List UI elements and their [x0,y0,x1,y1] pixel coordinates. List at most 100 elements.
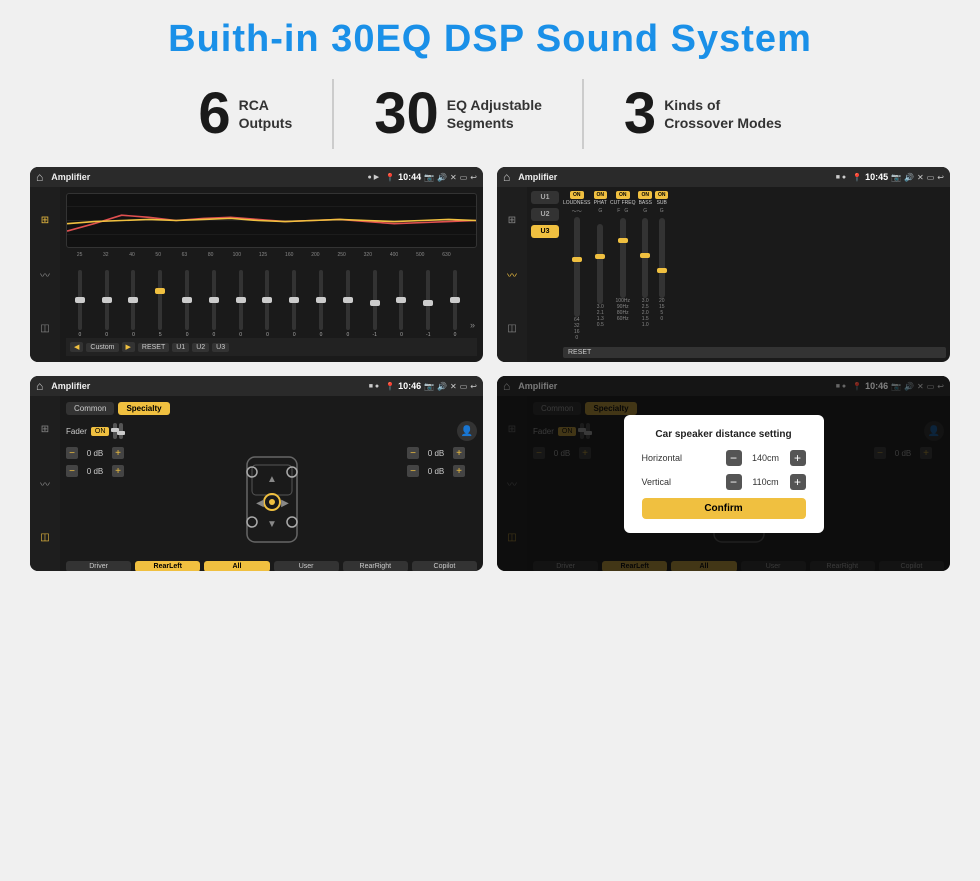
fader-label-text: Fader [66,427,87,436]
eq-u1-btn[interactable]: U1 [172,343,189,352]
dialog-confirm-btn[interactable]: Confirm [642,498,806,519]
fader-user-btn[interactable]: User [274,561,339,571]
stat-crossover: 3 Kinds of Crossover Modes [584,85,822,143]
cx-bass: ON BASS G 3.02.52.01.51.0 [638,191,652,343]
eq-slider-0[interactable]: 0 [68,270,92,338]
tab-common[interactable]: Common [66,402,114,415]
eq-u2-btn[interactable]: U2 [192,343,209,352]
cx-sub-slider[interactable] [659,218,665,298]
dialog-vertical-plus[interactable]: + [790,474,806,490]
fader-copilot-btn[interactable]: Copilot [412,561,477,571]
eq-slider-1[interactable]: 0 [95,270,119,338]
cx-back-icon[interactable]: ↩ [937,173,944,182]
cx-sidebar-wave[interactable]: 〰 [502,264,522,284]
dialog-horizontal-plus[interactable]: + [790,450,806,466]
cx-volume-icon: 🔊 [904,173,914,182]
cx-cutfreq-slider[interactable] [620,218,626,298]
cx-bass-on[interactable]: ON [638,191,652,199]
eq-sidebar-wave[interactable]: 〰 [35,264,55,284]
eq-prev-btn[interactable]: ◀ [70,342,83,352]
fader-left-ch1-plus[interactable]: + [112,447,124,459]
eq-more-arrow[interactable]: » [470,320,475,338]
eq-slider-5[interactable]: 0 [202,270,226,338]
home-icon[interactable]: ⌂ [36,170,43,184]
back-icon[interactable]: ↩ [470,173,477,182]
cx-u2-btn[interactable]: U2 [531,208,559,221]
eq-u3-btn[interactable]: U3 [212,343,229,352]
fader-dot-icons: ■ ● [369,383,379,390]
eq-sidebar-equalizer[interactable]: ⊞ [35,210,55,230]
fader-right-ch1-value: 0 dB [422,449,450,458]
cx-loudness-on[interactable]: ON [570,191,584,199]
fader-left-ch2-minus[interactable]: − [66,465,78,477]
fader-sidebar-speaker[interactable]: ◫ [35,528,55,548]
cx-sub-on[interactable]: ON [655,191,669,199]
eq-play-btn[interactable]: ▶ [122,342,135,352]
fader-location-icon: 📍 [385,382,395,391]
fader-right-ch2-minus[interactable]: − [407,465,419,477]
fader-sidebar-wave[interactable]: 〰 [35,473,55,493]
cx-u3-btn[interactable]: U3 [531,225,559,238]
fader-sidebar-eq[interactable]: ⊞ [35,419,55,439]
dialog-vertical-minus[interactable]: − [726,474,742,490]
cx-phat-slider[interactable] [597,224,603,304]
fader-home-icon[interactable]: ⌂ [36,379,43,393]
dialog-horizontal-minus[interactable]: − [726,450,742,466]
fader-rearright-btn[interactable]: RearRight [343,561,408,571]
eq-slider-6[interactable]: 0 [229,270,253,338]
eq-slider-7[interactable]: 0 [256,270,280,338]
stat-eq: 30 EQ Adjustable Segments [334,85,582,143]
eq-slider-14[interactable]: 0 [443,270,467,338]
fader-left-ch2-plus[interactable]: + [112,465,124,477]
cx-sub: ON SUB G 201550 [655,191,669,343]
fader-volume-icon: 🔊 [437,382,447,391]
cx-sidebar-volume[interactable]: ◫ [502,319,522,339]
eq-sidebar-volume[interactable]: ◫ [35,319,55,339]
fader-all-btn[interactable]: All [204,561,269,571]
close-icon[interactable]: ✕ [450,173,457,182]
eq-custom-btn[interactable]: Custom [86,343,118,352]
cx-bass-label: BASS [639,200,652,206]
cx-u1-btn[interactable]: U1 [531,191,559,204]
fader-left-ch1-minus[interactable]: − [66,447,78,459]
cx-close-icon[interactable]: ✕ [917,173,924,182]
fader-mini-2[interactable] [119,423,123,439]
eq-slider-12[interactable]: 0 [390,270,414,338]
fader-sliders-mini [113,423,123,439]
crossover-home-icon[interactable]: ⌂ [503,170,510,184]
eq-slider-4[interactable]: 0 [175,270,199,338]
fader-driver-btn[interactable]: Driver [66,561,131,571]
cx-reset-btn[interactable]: RESET [563,347,946,358]
eq-reset-btn[interactable]: RESET [138,343,169,352]
fader-user-icon: 👤 [457,421,477,441]
cx-sub-label: SUB [657,200,667,206]
eq-slider-8[interactable]: 0 [282,270,306,338]
cx-cutfreq-on[interactable]: ON [616,191,630,199]
fader-right-ch1-plus[interactable]: + [453,447,465,459]
fader-back-icon[interactable]: ↩ [470,382,477,391]
crossover-channels: ON LOUDNESS 〜〜 6432160 [563,191,946,343]
cx-cutfreq-fg: FG [617,208,628,214]
fader-statusbar: ⌂ Amplifier ■ ● 📍 10:46 📷 🔊 ✕ ▭ ↩ [30,376,483,396]
cx-phat-on[interactable]: ON [594,191,608,199]
fader-right-ch1-minus[interactable]: − [407,447,419,459]
cx-sub-vals: 201550 [659,298,665,322]
eq-screen-body: ⊞ 〰 ◫ [30,187,483,362]
tab-specialty[interactable]: Specialty [118,402,169,415]
fader-right-channels: − 0 dB + − 0 dB + [407,447,477,557]
fader-on-badge[interactable]: ON [91,427,110,436]
cx-sidebar-eq[interactable]: ⊞ [502,210,522,230]
eq-slider-13[interactable]: -1 [416,270,440,338]
eq-slider-11[interactable]: -1 [363,270,387,338]
eq-slider-2[interactable]: 0 [122,270,146,338]
fader-close-icon[interactable]: ✕ [450,382,457,391]
crossover-screen: ⌂ Amplifier ■ ● 📍 10:45 📷 🔊 ✕ ▭ ↩ ⊞ 〰 ◫ [497,167,950,362]
eq-slider-9[interactable]: 0 [309,270,333,338]
fader-right-ch2-plus[interactable]: + [453,465,465,477]
eq-slider-3[interactable]: 5 [148,270,172,338]
cx-loudness-slider[interactable] [574,217,580,317]
svg-text:▲: ▲ [267,474,277,485]
eq-slider-10[interactable]: 0 [336,270,360,338]
fader-rearleft-btn[interactable]: RearLeft [135,561,200,571]
cx-bass-slider[interactable] [642,218,648,298]
